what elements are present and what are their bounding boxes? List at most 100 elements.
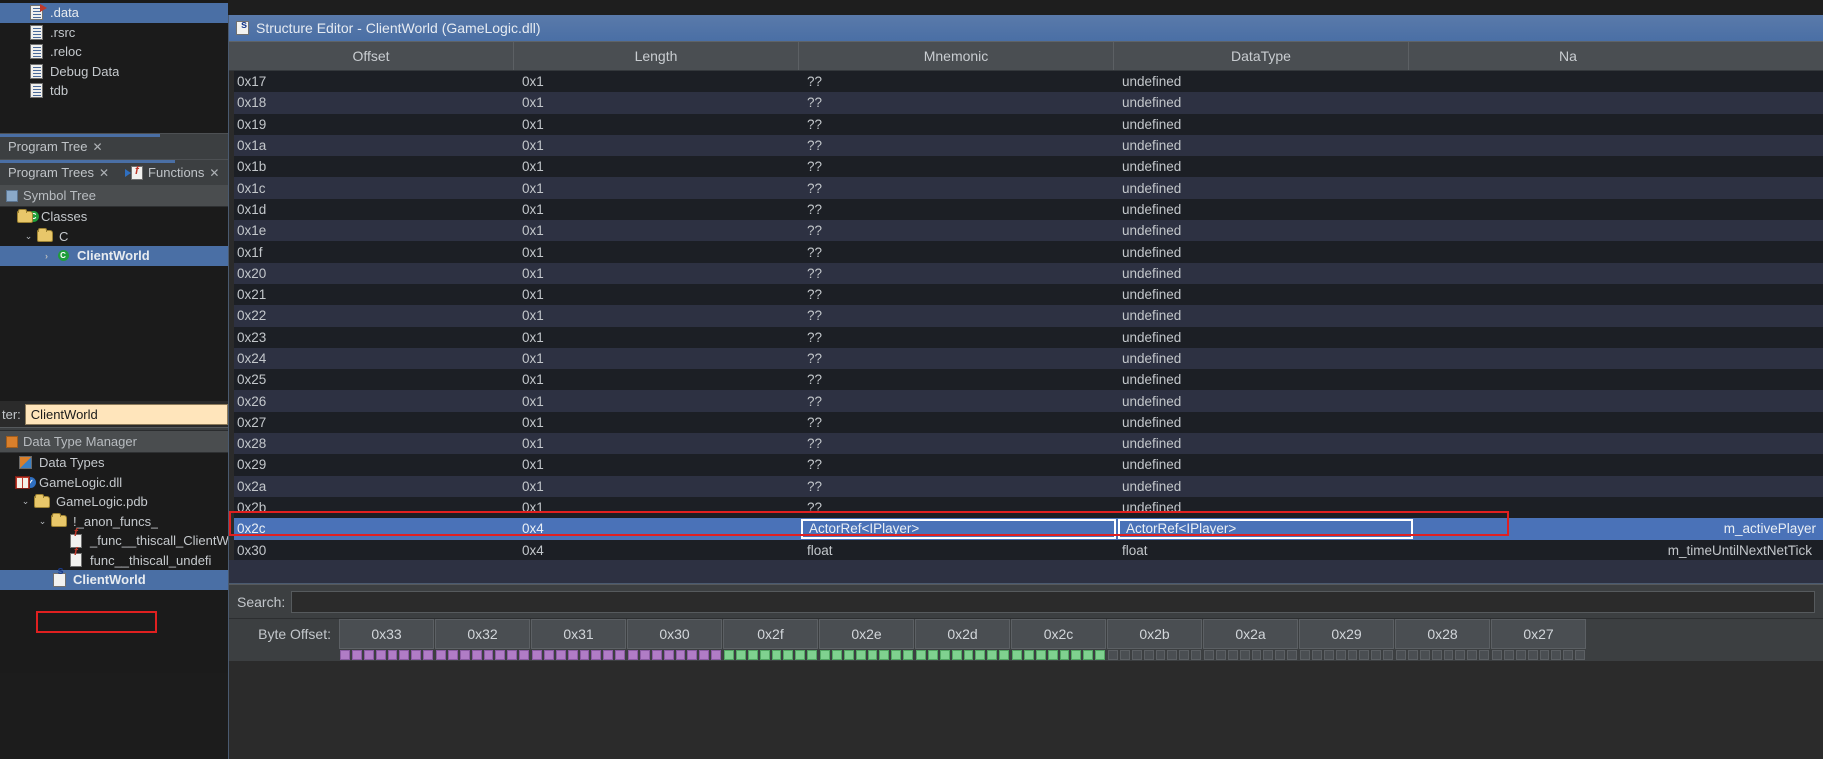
cell-offset[interactable]: 0x24 xyxy=(229,351,514,366)
bit-cell[interactable] xyxy=(1467,650,1478,660)
bit-cell[interactable] xyxy=(603,650,614,660)
bit-cell[interactable] xyxy=(820,650,830,660)
cell-length[interactable]: 0x1 xyxy=(514,500,799,515)
bit-cell[interactable] xyxy=(615,650,625,660)
byte-offset-cell[interactable]: 0x2e xyxy=(819,619,914,649)
cell-length[interactable]: 0x1 xyxy=(514,287,799,302)
data-type-item-clientworld[interactable]: ClientWorld xyxy=(0,570,228,590)
bit-cell-group[interactable] xyxy=(1203,649,1298,661)
bit-cell[interactable] xyxy=(843,650,854,660)
cell-mnemonic[interactable]: ?? xyxy=(799,372,1114,387)
bit-cell[interactable] xyxy=(1131,650,1142,660)
bit-cell[interactable] xyxy=(1204,650,1214,660)
bit-cell[interactable] xyxy=(459,650,470,660)
bit-cell-group[interactable] xyxy=(339,649,434,661)
bit-cell[interactable] xyxy=(663,650,674,660)
cell-datatype[interactable]: undefined xyxy=(1114,266,1409,281)
bit-cell[interactable] xyxy=(447,650,458,660)
table-row[interactable]: 0x26 0x1?? undefined xyxy=(229,390,1823,412)
byte-offset-cell[interactable]: 0x31 xyxy=(531,619,626,649)
cell-length[interactable]: 0x1 xyxy=(514,245,799,260)
bit-cell[interactable] xyxy=(1263,650,1274,660)
bit-cell-group[interactable] xyxy=(819,649,914,661)
program-tree-item-tdb[interactable]: tdb xyxy=(0,81,228,101)
cell-datatype[interactable]: undefined xyxy=(1114,394,1409,409)
bit-cell[interactable] xyxy=(375,650,386,660)
table-row[interactable]: 0x22 0x1?? undefined xyxy=(229,305,1823,327)
close-icon[interactable]: ✕ xyxy=(92,140,102,154)
cell-mnemonic[interactable]: ?? xyxy=(799,457,1114,472)
cell-offset[interactable]: 0x2b xyxy=(229,500,514,515)
cell-offset[interactable]: 0x26 xyxy=(229,394,514,409)
bit-cell[interactable] xyxy=(735,650,746,660)
bit-cell[interactable] xyxy=(771,650,782,660)
bit-cell[interactable] xyxy=(747,650,758,660)
column-header-name[interactable]: Na xyxy=(1409,42,1823,70)
bit-cell[interactable] xyxy=(1083,650,1094,660)
bit-cell[interactable] xyxy=(532,650,542,660)
cell-mnemonic[interactable]: ?? xyxy=(799,159,1114,174)
cell-mnemonic[interactable]: ?? xyxy=(799,394,1114,409)
cell-datatype[interactable]: undefined xyxy=(1114,181,1409,196)
cell-mnemonic[interactable]: ?? xyxy=(799,479,1114,494)
cell-offset[interactable]: 0x21 xyxy=(229,287,514,302)
cell-datatype[interactable]: undefined xyxy=(1114,74,1409,89)
cell-datatype[interactable]: undefined xyxy=(1114,138,1409,153)
byte-offset-cell[interactable]: 0x2f xyxy=(723,619,818,649)
cell-datatype[interactable]: undefined xyxy=(1114,287,1409,302)
cell-offset[interactable]: 0x1a xyxy=(229,138,514,153)
tab-program-trees[interactable]: Program Trees ✕ xyxy=(0,160,117,186)
bit-cell-group[interactable] xyxy=(1491,649,1586,661)
bit-cell[interactable] xyxy=(1311,650,1322,660)
cell-length[interactable]: 0x1 xyxy=(514,117,799,132)
cell-mnemonic[interactable]: ?? xyxy=(799,500,1114,515)
cell-mnemonic[interactable]: ?? xyxy=(799,223,1114,238)
bit-cell[interactable] xyxy=(1251,650,1262,660)
cell-mnemonic[interactable]: ?? xyxy=(799,330,1114,345)
filter-input[interactable] xyxy=(24,403,228,425)
table-row[interactable]: 0x30 0x4 float float m_timeUntilNextNetTick xyxy=(229,539,1823,560)
cell-datatype[interactable]: undefined xyxy=(1114,479,1409,494)
bit-cell[interactable] xyxy=(1396,650,1406,660)
bit-cell[interactable] xyxy=(340,650,350,660)
bit-cell[interactable] xyxy=(1347,650,1358,660)
cell-offset[interactable]: 0x2c xyxy=(229,521,514,536)
bit-cell[interactable] xyxy=(675,650,686,660)
bit-cell[interactable] xyxy=(1335,650,1346,660)
bit-cell[interactable] xyxy=(1371,650,1382,660)
cell-mnemonic[interactable]: ActorRef<IPlayer> xyxy=(801,518,1116,539)
tab-program-tree[interactable]: Program Tree ✕ xyxy=(0,134,111,160)
bit-cell[interactable] xyxy=(939,650,950,660)
bit-cell[interactable] xyxy=(1108,650,1118,660)
cell-datatype[interactable]: undefined xyxy=(1114,117,1409,132)
byte-offset-cell[interactable]: 0x2c xyxy=(1011,619,1106,649)
bit-cell[interactable] xyxy=(1023,650,1034,660)
cell-datatype[interactable]: float xyxy=(1114,543,1409,558)
tab-functions[interactable]: Functions ✕ xyxy=(117,160,227,186)
byte-offset-cell[interactable]: 0x29 xyxy=(1299,619,1394,649)
byte-offset-cell[interactable]: 0x27 xyxy=(1491,619,1586,649)
bit-cell[interactable] xyxy=(867,650,878,660)
bit-cell-group[interactable] xyxy=(1395,649,1490,661)
cell-offset[interactable]: 0x25 xyxy=(229,372,514,387)
cell-length[interactable]: 0x1 xyxy=(514,372,799,387)
cell-length[interactable]: 0x1 xyxy=(514,202,799,217)
cell-mnemonic[interactable]: ?? xyxy=(799,74,1114,89)
byte-offset-cell[interactable]: 0x33 xyxy=(339,619,434,649)
cell-name[interactable]: m_activePlayer xyxy=(1413,521,1823,536)
cell-offset[interactable]: 0x19 xyxy=(229,117,514,132)
table-row[interactable]: 0x20 0x1?? undefined xyxy=(229,262,1823,284)
cell-length[interactable]: 0x1 xyxy=(514,479,799,494)
bit-cell[interactable] xyxy=(1119,650,1130,660)
data-type-item-gamelogicpdb[interactable]: ⌄ GameLogic.pdb xyxy=(0,492,228,512)
bit-cell[interactable] xyxy=(411,650,422,660)
bit-cell[interactable] xyxy=(1359,650,1370,660)
bit-cell[interactable] xyxy=(1059,650,1070,660)
byte-offset-cell[interactable]: 0x28 xyxy=(1395,619,1490,649)
bit-cell[interactable] xyxy=(483,650,494,660)
bit-cell[interactable] xyxy=(699,650,710,660)
bit-cell[interactable] xyxy=(1275,650,1286,660)
cell-length[interactable]: 0x1 xyxy=(514,74,799,89)
bit-cell[interactable] xyxy=(975,650,986,660)
bit-cell[interactable] xyxy=(1527,650,1538,660)
